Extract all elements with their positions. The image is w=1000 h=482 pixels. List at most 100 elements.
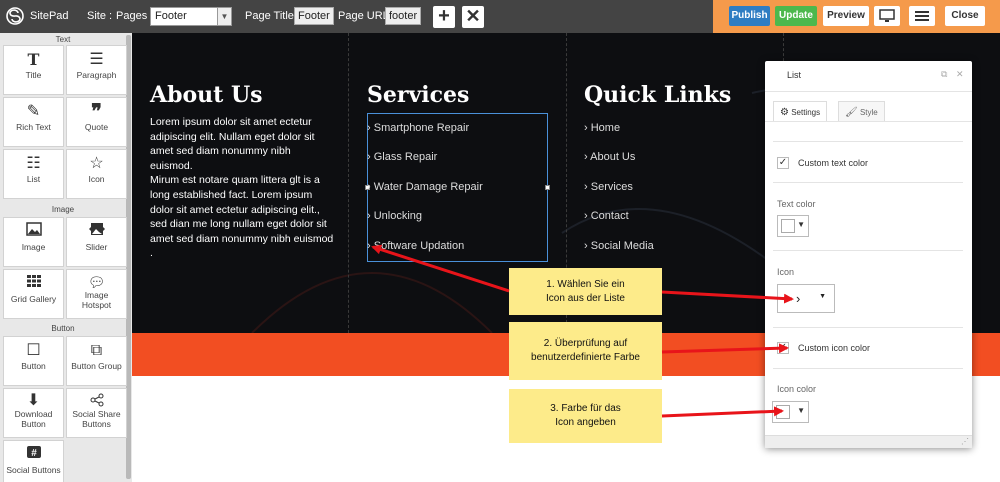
chevron-right-icon: › <box>584 240 588 252</box>
widget-button[interactable]: ☐ Button <box>3 336 64 386</box>
widget-rich-text[interactable]: ✎ Rich Text <box>3 97 64 147</box>
update-button[interactable]: Update <box>775 6 817 26</box>
edit-icon: ✎ <box>26 103 41 120</box>
chevron-right-icon: › <box>367 122 371 134</box>
widget-download-label-1: Download <box>14 409 53 419</box>
icon-color-picker[interactable]: ▼ <box>772 401 809 423</box>
custom-text-color-checkbox[interactable]: ✓ <box>777 157 789 169</box>
widget-quote[interactable]: ❞ Quote <box>66 97 127 147</box>
about-line: dolor sit amet ectetur adipiscing elit., <box>150 203 320 216</box>
download-icon: ⬇ <box>26 392 41 409</box>
desktop-view-button[interactable] <box>874 6 900 26</box>
close-button[interactable]: Close <box>945 6 985 26</box>
chevron-right-icon: › <box>367 240 371 252</box>
plus-icon: + <box>438 5 450 27</box>
widget-rich-text-label: Rich Text <box>16 122 51 132</box>
list-item-text: Water Damage Repair <box>373 181 483 193</box>
gear-icon: ⚙ <box>780 107 789 118</box>
square-icon: ☐ <box>26 342 41 359</box>
hamburger-icon <box>915 11 929 21</box>
callout-text: 2. Überprüfung auf <box>543 338 628 349</box>
widget-title[interactable]: T Title <box>3 45 64 95</box>
list-item[interactable]: › Software Updation <box>367 240 464 252</box>
resize-handle[interactable] <box>545 185 550 190</box>
widget-quote-label: Quote <box>84 122 109 132</box>
widget-sidebar: Text T Title ☰ Paragraph ✎ Rich Text ❞ Q… <box>0 33 132 482</box>
icon-label: Icon <box>777 267 795 277</box>
list-item[interactable]: › Unlocking <box>367 210 422 222</box>
widget-icon[interactable]: ☆ Icon <box>66 149 127 199</box>
panel-title: List <box>787 70 802 80</box>
preview-button[interactable]: Preview <box>823 6 869 26</box>
text-color-picker[interactable]: ▼ <box>777 215 809 237</box>
widget-grid-gallery[interactable]: Grid Gallery <box>3 269 64 319</box>
pages-select[interactable]: Footer ▼ <box>150 7 232 26</box>
chevron-right-icon: › <box>367 210 371 222</box>
chevron-right-icon: › <box>584 210 588 222</box>
tab-style[interactable]: 🖌︎ Style <box>838 101 885 121</box>
chevron-right-icon: › <box>584 181 588 193</box>
publish-button[interactable]: Publish <box>729 6 770 26</box>
resize-grip-icon[interactable]: ⋰ <box>961 437 969 446</box>
menu-button[interactable] <box>909 6 935 26</box>
list-item[interactable]: › Water Damage Repair <box>367 181 483 193</box>
close-icon[interactable]: ✕ <box>956 69 964 80</box>
page-url-input[interactable]: footer <box>385 7 422 25</box>
widget-image-hotspot[interactable]: 💬︎ Image Hotspot <box>66 269 127 319</box>
screen: SitePad Site : Pages : Footer ▼ Page Tit… <box>0 0 1000 482</box>
caret-down-icon: ▼ <box>797 220 805 229</box>
quick-link[interactable]: › Home <box>584 122 620 134</box>
quick-link[interactable]: › About Us <box>584 151 635 163</box>
text-color-label: Text color <box>777 199 816 209</box>
quick-links-heading[interactable]: Quick Links <box>584 82 731 108</box>
image-icon <box>4 222 63 242</box>
about-paragraph[interactable]: Lorem ipsum dolor sit amet ectetur adipi… <box>150 115 345 261</box>
about-line: amet sed diam nonummy nibh euismod <box>150 232 334 245</box>
widget-social-buttons[interactable]: # Social Buttons <box>3 440 64 482</box>
delete-page-button[interactable]: ✕ <box>462 6 484 28</box>
quick-link[interactable]: › Social Media <box>584 240 654 252</box>
about-line: Lorem ipsum dolor sit amet ectetur <box>150 116 312 128</box>
widget-button-group[interactable]: ⧉ Button Group <box>66 336 127 386</box>
about-line: sed dian me long nullam eget dolor sit <box>150 218 327 231</box>
page-title-input[interactable]: Footer <box>294 7 334 25</box>
widget-download-button[interactable]: ⬇ Download Button <box>3 388 64 438</box>
list-settings-panel: List ⧉ ✕ ⚙ Settings 🖌︎ Style ✓ Custom te… <box>765 61 972 448</box>
section-text-header: Text <box>55 35 71 44</box>
hashtag-icon: # <box>4 445 63 465</box>
caret-down-icon: ▼ <box>819 293 826 300</box>
about-heading[interactable]: About Us <box>150 82 263 108</box>
divider <box>773 250 963 251</box>
caret-down-icon: ▼ <box>797 406 805 415</box>
add-page-button[interactable]: + <box>433 6 455 28</box>
color-swatch <box>781 219 795 233</box>
widget-button-group-label: Button Group <box>71 361 122 371</box>
list-item[interactable]: › Smartphone Repair <box>367 122 469 134</box>
tab-settings[interactable]: ⚙ Settings <box>773 101 828 121</box>
widget-image-label: Image <box>21 242 46 252</box>
quick-link[interactable]: › Services <box>584 181 633 193</box>
divider <box>773 327 963 328</box>
icon-select[interactable]: › ▼ <box>777 284 835 313</box>
widget-image[interactable]: Image <box>3 217 64 267</box>
services-heading[interactable]: Services <box>367 82 469 108</box>
widget-social-share-label-1: Social Share <box>72 409 121 419</box>
monitor-icon <box>879 9 895 22</box>
list-item[interactable]: › Glass Repair <box>367 151 437 163</box>
callout-step-1: 1. Wählen Sie ein Icon aus der Liste <box>509 268 662 315</box>
divider <box>765 121 972 122</box>
quick-link-text: Home <box>590 122 621 134</box>
widget-title-label: Title <box>25 70 42 80</box>
about-line: adipiscing elit. Nullam eget dolor sit <box>150 130 315 143</box>
widget-download-label-2: Button <box>21 419 46 429</box>
list-item-text: Smartphone Repair <box>373 122 470 134</box>
widget-list[interactable]: ☷ List <box>3 149 64 199</box>
popout-icon[interactable]: ⧉ <box>941 69 947 80</box>
quick-link-text: Contact <box>590 210 629 222</box>
quick-link[interactable]: › Contact <box>584 210 629 222</box>
widget-social-share[interactable]: Social Share Buttons <box>66 388 127 438</box>
widget-slider[interactable]: Slider <box>66 217 127 267</box>
widget-paragraph[interactable]: ☰ Paragraph <box>66 45 127 95</box>
custom-icon-color-checkbox[interactable]: ✓ <box>777 342 789 354</box>
pages-select-value: Footer <box>155 10 187 22</box>
